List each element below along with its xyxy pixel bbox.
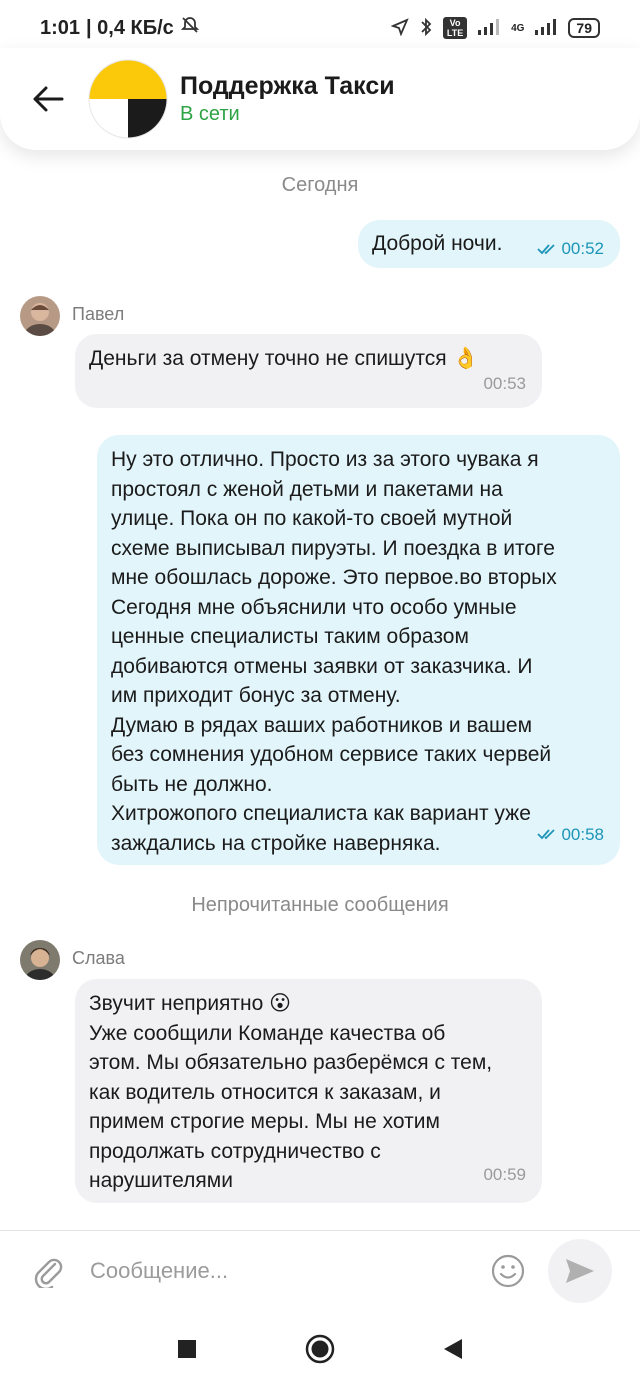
nav-recents-button[interactable] <box>163 1325 211 1373</box>
message-line: ценные специалисты таким образом <box>111 625 469 648</box>
message-line: им приходит бонус за отмену. <box>111 684 401 707</box>
message-time: 00:59 <box>483 1164 526 1184</box>
message-time: 00:53 <box>483 373 526 393</box>
system-nav-bar <box>0 1310 640 1387</box>
message-line: схеме выписывал пируэты. И поездка в ито… <box>111 536 555 560</box>
message-list[interactable]: Сегодня Доброй ночи. 00:52 Павел Деньги … <box>0 150 640 1230</box>
message-text: Доброй ночи. <box>372 232 503 255</box>
back-button[interactable] <box>24 75 72 123</box>
signal-icon <box>477 18 501 38</box>
support-avatar[interactable] <box>88 59 168 139</box>
message-line: добиваются отмены заявки от заказчика. И <box>111 654 533 678</box>
sender-name: Слава <box>72 948 125 968</box>
status-right: Vo LTE 4G 79 <box>390 17 600 40</box>
message-bubble-incoming[interactable]: Звучит неприятно 😮 Уже сообщили Команде … <box>75 979 542 1203</box>
battery-indicator: 79 <box>568 18 600 38</box>
nav-back-button[interactable] <box>429 1325 477 1373</box>
location-icon <box>390 17 409 39</box>
network-4g-label: 4G <box>511 22 525 34</box>
status-time: 1:01 <box>40 16 81 39</box>
message-line: нарушителями <box>89 1169 233 1192</box>
bluetooth-icon <box>419 17 433 40</box>
signal-icon-2 <box>534 18 558 38</box>
send-button[interactable] <box>548 1238 612 1303</box>
message-bubble-outgoing[interactable]: Доброй ночи. 00:52 <box>358 220 620 268</box>
send-icon <box>566 1258 594 1283</box>
message-time: 00:58 <box>537 820 604 850</box>
double-check-icon <box>537 829 556 840</box>
message-line: примем строгие меры. Мы не хотим <box>89 1110 440 1133</box>
message-line: мне обошлась дороже. Это первое.во вторы… <box>111 566 557 589</box>
message-line: быть не должно. <box>111 772 273 796</box>
message-line: Думаю в рядах ваших работников и вашем <box>111 713 533 737</box>
arrow-left-icon <box>33 86 64 112</box>
status-speed: | 0,4 КБ/с <box>86 16 174 39</box>
message-line: простоял с женой детьми и пакетами на <box>111 477 503 501</box>
message-bubble-outgoing[interactable]: Ну это отлично. Просто из за этого чувак… <box>97 435 620 865</box>
avatar-slava[interactable] <box>20 940 60 980</box>
message-line: заждались на стройке наверняка. <box>111 831 441 855</box>
paperclip-icon <box>34 1258 63 1288</box>
unread-divider: Непрочитанные сообщения <box>191 894 449 916</box>
message-input[interactable] <box>90 1257 480 1284</box>
message-line: как водитель относится к заказам, и <box>89 1080 441 1104</box>
triangle-back-icon <box>444 1338 463 1359</box>
message-line: этом. Мы обязательно разберёмся с тем, <box>89 1051 493 1074</box>
online-status: В сети <box>180 103 240 125</box>
message-line: Хитрожопого специалиста как вариант уже <box>111 802 531 825</box>
date-divider: Сегодня <box>281 174 359 196</box>
message-line: Ну это отлично. Просто из за этого чувак… <box>111 448 539 471</box>
message-text: Деньги за отмену точно не спишутся 👌 <box>89 347 479 370</box>
smiley-icon <box>491 1254 525 1287</box>
status-left: 1:01 | 0,4 КБ/с <box>40 15 200 41</box>
header-text: Поддержка Такси В сети <box>180 72 395 126</box>
message-line: Сегодня мне объяснили что особо умные <box>111 595 517 619</box>
home-circle-icon <box>305 1334 335 1363</box>
message-composer <box>0 1230 640 1310</box>
message-line: продолжать сотрудничество с <box>89 1139 381 1163</box>
double-check-icon <box>537 244 556 255</box>
message-line: Уже сообщили Команде качества об <box>89 1021 446 1045</box>
volte-badge: Vo LTE <box>443 17 468 39</box>
message-line: без сомнения удобном сервисе таких черве… <box>111 743 552 766</box>
sender-name: Павел <box>72 304 125 324</box>
attach-button[interactable] <box>26 1249 70 1293</box>
message-time: 00:52 <box>537 234 604 264</box>
chat-header: Поддержка Такси В сети <box>0 48 640 150</box>
message-line: Звучит неприятно 😮 <box>89 992 292 1015</box>
avatar-pavel[interactable] <box>20 296 60 336</box>
message-bubble-incoming[interactable]: Деньги за отмену точно не спишутся 👌 00:… <box>75 334 542 408</box>
bell-off-icon <box>180 15 200 41</box>
nav-home-button[interactable] <box>296 1325 344 1373</box>
square-icon <box>177 1339 196 1358</box>
message-line: улице. Пока он по какой-то своей мутной <box>111 507 513 530</box>
chat-title: Поддержка Такси <box>180 72 395 100</box>
emoji-button[interactable] <box>486 1249 530 1293</box>
